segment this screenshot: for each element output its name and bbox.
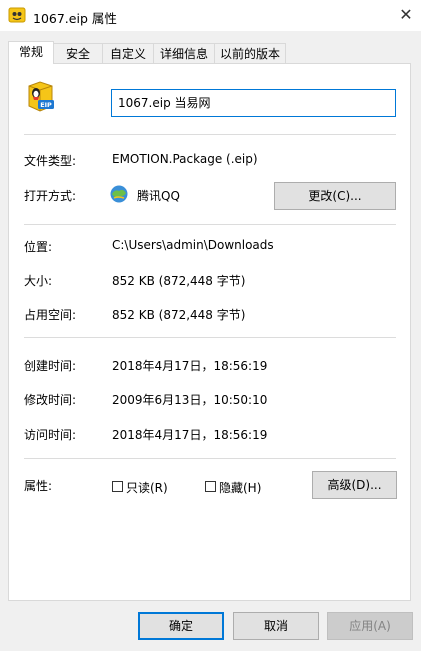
created-value: 2018年4月17日，18:56:19 [112, 359, 268, 373]
ok-button-label: 确定 [168, 619, 193, 633]
divider [24, 458, 396, 459]
icon-badge: EIP [40, 101, 52, 109]
accessed-value: 2018年4月17日，18:56:19 [112, 428, 268, 442]
advanced-button[interactable]: 高级(D)... [312, 471, 397, 499]
change-button-label: 更改(C)... [308, 189, 362, 203]
hidden-checkbox[interactable] [205, 481, 216, 492]
disk-size-value: 852 KB (872,448 字节) [112, 308, 246, 322]
attributes-label: 属性: [24, 479, 53, 493]
open-with-label: 打开方式: [24, 189, 77, 203]
cancel-button-label: 取消 [263, 619, 288, 633]
file-type-icon: EIP [28, 81, 54, 112]
general-panel: EIP 1067.eip 当易网 文件类型: EMOTION.Package (… [8, 63, 411, 601]
open-with-value: 腾讯QQ [137, 189, 180, 203]
created-label: 创建时间: [24, 359, 77, 373]
filename-value: 1067.eip 当易网 [118, 96, 211, 110]
location-label: 位置: [24, 240, 53, 254]
eip-file-icon [8, 7, 26, 23]
qq-icon [110, 185, 128, 203]
size-value: 852 KB (872,448 字节) [112, 274, 246, 288]
apply-button-label: 应用(A) [349, 619, 391, 633]
hidden-label: 隐藏(H) [219, 481, 262, 495]
divider [24, 224, 396, 225]
tab-label: 以前的版本 [219, 47, 280, 61]
file-type-label: 文件类型: [24, 154, 77, 168]
cancel-button[interactable]: 取消 [233, 612, 319, 640]
tab-details[interactable]: 详细信息 [153, 43, 215, 63]
tab-label: 自定义 [109, 47, 146, 61]
tab-security[interactable]: 安全 [53, 43, 103, 63]
readonly-checkbox[interactable] [112, 481, 123, 492]
size-label: 大小: [24, 274, 53, 288]
advanced-button-label: 高级(D)... [327, 478, 382, 492]
divider [24, 134, 396, 135]
modified-label: 修改时间: [24, 393, 77, 407]
change-button[interactable]: 更改(C)... [274, 182, 396, 210]
accessed-label: 访问时间: [24, 428, 77, 442]
tab-label: 常规 [18, 45, 43, 59]
divider [24, 337, 396, 338]
filename-field[interactable]: 1067.eip 当易网 [111, 89, 396, 117]
readonly-label: 只读(R) [126, 481, 168, 495]
title-bar: 1067.eip 属性 ✕ [0, 0, 421, 31]
disk-size-label: 占用空间: [24, 308, 77, 322]
ok-button[interactable]: 确定 [138, 612, 224, 640]
modified-value: 2009年6月13日，10:50:10 [112, 393, 268, 407]
tab-label: 安全 [65, 47, 90, 61]
tab-general[interactable]: 常规 [8, 41, 54, 64]
apply-button[interactable]: 应用(A) [327, 612, 413, 640]
tab-label: 详细信息 [159, 47, 208, 61]
location-value: C:\Users\admin\Downloads [112, 238, 274, 252]
close-icon: ✕ [399, 5, 413, 24]
tab-previous-versions[interactable]: 以前的版本 [214, 43, 286, 63]
tab-custom[interactable]: 自定义 [102, 43, 154, 63]
window-title: 1067.eip 属性 [33, 11, 117, 26]
close-button[interactable]: ✕ [391, 0, 421, 30]
file-type-value: EMOTION.Package (.eip) [112, 152, 258, 166]
